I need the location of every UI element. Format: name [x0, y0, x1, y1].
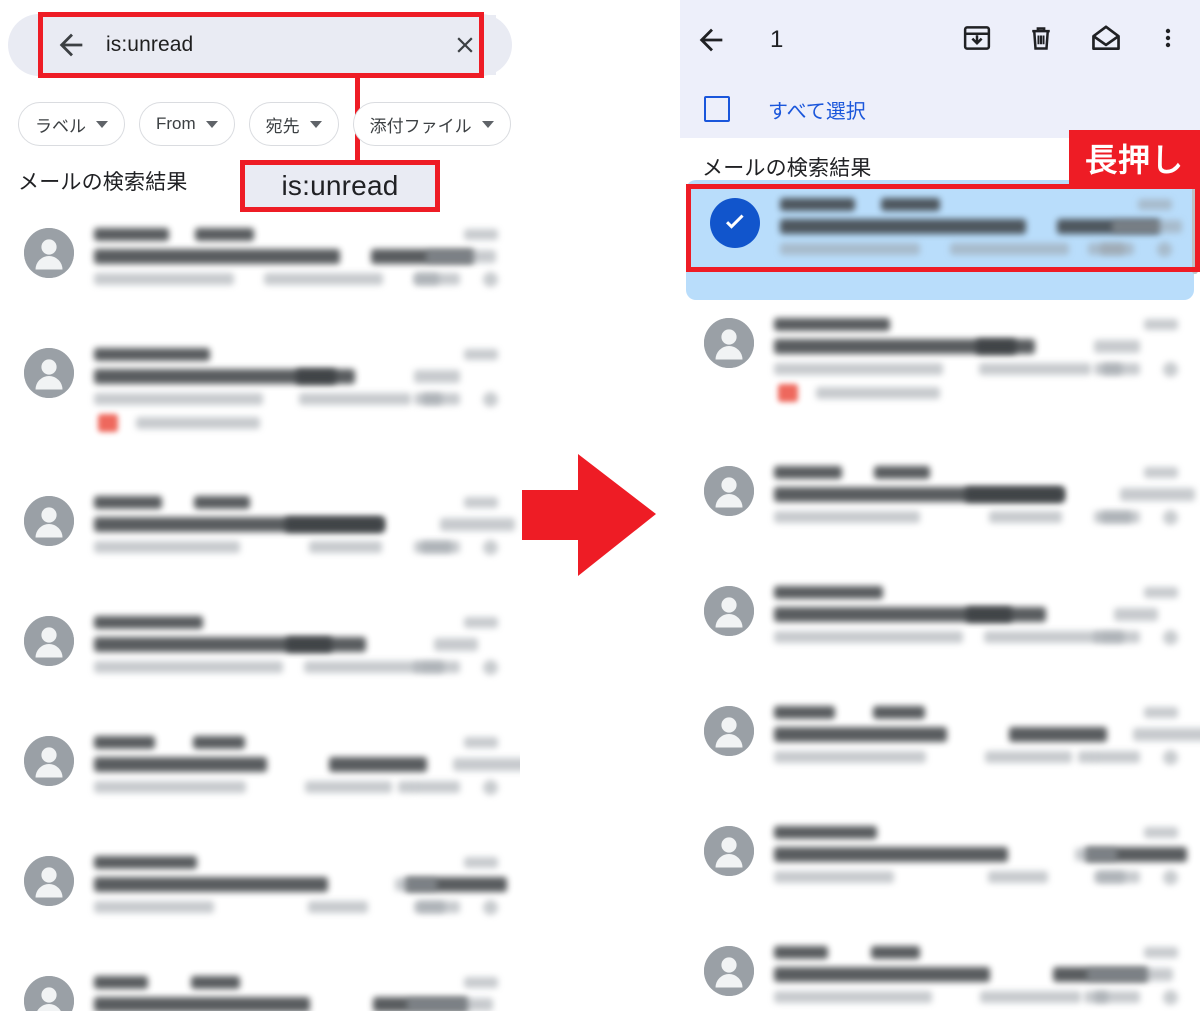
trash-icon[interactable]: [1026, 23, 1056, 58]
row-selected-check-icon[interactable]: [710, 198, 760, 248]
mail-row[interactable]: [680, 300, 1200, 448]
filter-chip-from[interactable]: From: [139, 102, 235, 146]
checkbox-unchecked-icon[interactable]: [704, 96, 730, 122]
toolbar-actions: [962, 22, 1180, 59]
annotation-callout-query: is:unread: [240, 160, 440, 212]
mail-row-content-redacted: [94, 224, 504, 290]
mail-row[interactable]: [680, 448, 1200, 568]
chevron-down-icon: [309, 120, 322, 128]
screenshot-stage: is:unread is:unread ラベル From 宛先 添付ファイル メ…: [0, 0, 1200, 1011]
mail-row-content-redacted: [774, 942, 1184, 1008]
filter-chip-attachment[interactable]: 添付ファイル: [352, 102, 511, 146]
mail-row[interactable]: [680, 688, 1200, 808]
mail-row-content-redacted: [774, 582, 1184, 648]
mail-row[interactable]: [0, 598, 520, 718]
mail-row-content-redacted: [94, 612, 504, 678]
avatar[interactable]: [704, 586, 754, 636]
avatar[interactable]: [24, 616, 74, 666]
avatar[interactable]: [24, 736, 74, 786]
avatar[interactable]: [24, 348, 74, 398]
mail-row[interactable]: [0, 838, 520, 958]
back-arrow-icon[interactable]: [694, 23, 728, 57]
mail-row-content-redacted: [774, 462, 1195, 528]
mail-row-content-redacted: [94, 852, 507, 918]
mail-row-selected[interactable]: [686, 180, 1194, 300]
avatar[interactable]: [704, 706, 754, 756]
mail-row-content-redacted: [774, 702, 1200, 768]
filter-chip-attachment-text: 添付ファイル: [369, 116, 472, 136]
avatar[interactable]: [24, 976, 74, 1011]
mail-row[interactable]: [0, 718, 520, 838]
annotation-tag-long-press: 長押し: [1069, 130, 1200, 186]
selected-count: 1: [770, 26, 784, 53]
avatar[interactable]: [704, 826, 754, 876]
avatar[interactable]: [24, 496, 74, 546]
mail-row-content-redacted: [94, 732, 520, 798]
selection-toolbar: 1: [680, 0, 1200, 80]
chevron-down-icon: [205, 120, 218, 128]
mail-row-content-redacted: [94, 492, 515, 558]
mail-row[interactable]: [0, 958, 520, 1011]
mail-row[interactable]: [0, 210, 520, 330]
filter-chip-to-text: 宛先: [265, 116, 300, 136]
chevron-down-icon: [481, 120, 494, 128]
right-arrow-icon: [522, 454, 656, 576]
mail-row[interactable]: [680, 568, 1200, 688]
search-results-heading: メールの検索結果: [18, 171, 188, 194]
filter-chip-to[interactable]: 宛先: [248, 102, 339, 146]
mail-row[interactable]: [680, 808, 1200, 928]
mail-row-content-redacted: [94, 344, 504, 436]
avatar[interactable]: [704, 946, 754, 996]
annotation-callout-text: is:unread: [281, 170, 399, 201]
mail-row[interactable]: [0, 330, 520, 478]
filter-chip-from-text: From: [156, 114, 196, 133]
mail-row-content-redacted: [94, 972, 504, 1011]
flow-arrow: [520, 450, 680, 580]
select-all-row[interactable]: すべて選択: [680, 84, 1200, 134]
left-phone-screen: is:unread is:unread ラベル From 宛先 添付ファイル メ…: [0, 0, 520, 1011]
search-filter-chips: ラベル From 宛先 添付ファイル: [18, 102, 511, 146]
selection-mode-header: 1 すべて選択: [680, 0, 1200, 138]
mail-open-icon[interactable]: [1090, 22, 1122, 59]
mail-row[interactable]: [680, 928, 1200, 1011]
archive-icon[interactable]: [962, 23, 992, 58]
avatar[interactable]: [704, 466, 754, 516]
filter-chip-label-text: ラベル: [35, 116, 86, 136]
more-vert-icon[interactable]: [1156, 23, 1180, 58]
chevron-down-icon: [96, 120, 108, 128]
annotation-box-search-bar: [38, 12, 484, 78]
select-all-label[interactable]: すべて選択: [768, 95, 866, 124]
avatar[interactable]: [24, 228, 74, 278]
mail-row[interactable]: [0, 478, 520, 598]
list-scrollbar[interactable]: [1192, 178, 1198, 274]
mail-row-content-redacted: [774, 822, 1187, 888]
avatar[interactable]: [24, 856, 74, 906]
search-results-heading-right: メールの検索結果: [702, 157, 872, 180]
mail-row-content-redacted: [774, 314, 1184, 406]
filter-chip-label[interactable]: ラベル: [18, 102, 125, 146]
mail-row-content-redacted: [780, 194, 1182, 260]
avatar[interactable]: [704, 318, 754, 368]
